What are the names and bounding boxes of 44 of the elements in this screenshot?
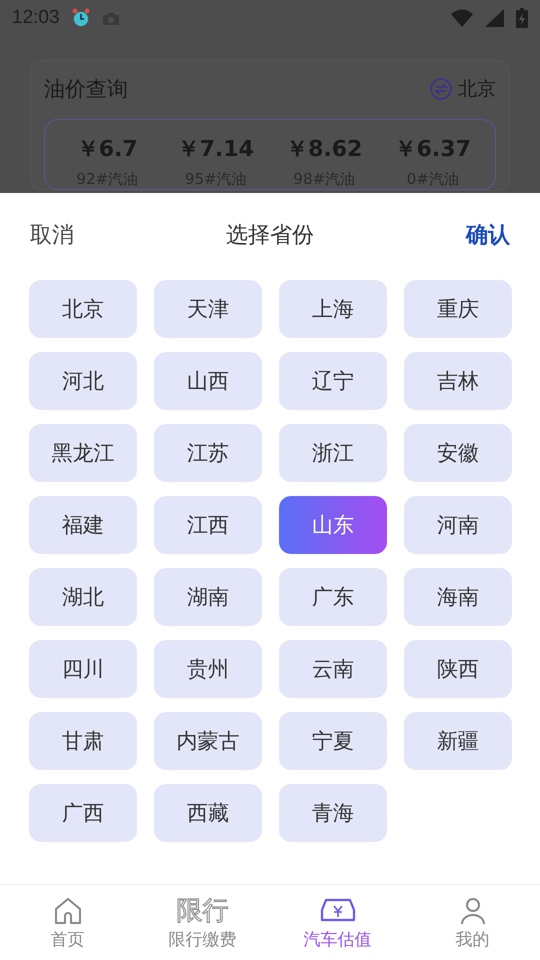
province-option[interactable]: 北京: [29, 280, 137, 338]
province-option[interactable]: 新疆: [404, 712, 512, 770]
nav-tab[interactable]: 汽车估值: [270, 885, 405, 960]
province-option[interactable]: 甘肃: [29, 712, 137, 770]
province-option[interactable]: 辽宁: [279, 352, 387, 410]
signal-icon: [485, 9, 504, 27]
province-option[interactable]: 安徽: [404, 424, 512, 482]
nav-tab[interactable]: 限行 限行缴费: [135, 885, 270, 960]
province-option[interactable]: 四川: [29, 640, 137, 698]
province-option[interactable]: 广西: [29, 784, 137, 842]
province-option[interactable]: 贵州: [154, 640, 262, 698]
province-option[interactable]: 江苏: [154, 424, 262, 482]
province-option[interactable]: 上海: [279, 280, 387, 338]
wifi-icon: [451, 9, 473, 27]
nav-tab[interactable]: 我的: [405, 885, 540, 960]
province-option[interactable]: 浙江: [279, 424, 387, 482]
cancel-button[interactable]: 取消: [30, 220, 74, 250]
province-option[interactable]: 吉林: [404, 352, 512, 410]
province-option[interactable]: 陕西: [404, 640, 512, 698]
confirm-button[interactable]: 确认: [466, 220, 510, 250]
sheet-title: 选择省份: [226, 222, 314, 250]
province-option[interactable]: 西藏: [154, 784, 262, 842]
province-option[interactable]: 湖南: [154, 568, 262, 626]
province-option[interactable]: 河南: [404, 496, 512, 554]
swap-icon[interactable]: [430, 78, 452, 100]
nav-tab[interactable]: 首页: [0, 885, 135, 960]
province-option[interactable]: 宁夏: [279, 712, 387, 770]
province-option[interactable]: 山西: [154, 352, 262, 410]
alarm-clock-icon: [72, 8, 90, 28]
province-option[interactable]: 云南: [279, 640, 387, 698]
province-option[interactable]: 黑龙江: [29, 424, 137, 482]
province-option[interactable]: 福建: [29, 496, 137, 554]
province-option[interactable]: 河北: [29, 352, 137, 410]
battery-icon: [516, 8, 528, 28]
province-option[interactable]: 山东: [279, 496, 387, 554]
restriction-icon: 限行: [176, 896, 228, 926]
province-option[interactable]: 重庆: [404, 280, 512, 338]
province-option[interactable]: 天津: [154, 280, 262, 338]
province-option[interactable]: 江西: [154, 496, 262, 554]
province-option[interactable]: 海南: [404, 568, 512, 626]
province-option[interactable]: 内蒙古: [154, 712, 262, 770]
province-option[interactable]: 湖北: [29, 568, 137, 626]
province-option[interactable]: 青海: [279, 784, 387, 842]
province-option[interactable]: 广东: [279, 568, 387, 626]
